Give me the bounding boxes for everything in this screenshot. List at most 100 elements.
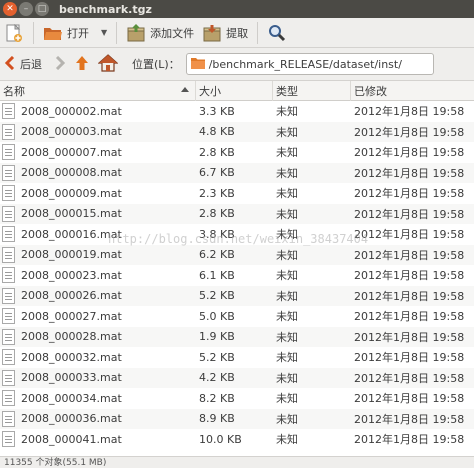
file-size: 3.3 KB [199,104,235,118]
file-size: 5.2 KB [199,350,235,364]
toolbar: 打开 ▼ 添加文件 提取 [0,18,474,48]
extract-button[interactable]: 提取 [198,20,252,46]
file-modified: 2012年1月8日 19:58 [354,228,465,242]
file-name: 2008_000019.mat [21,248,122,262]
file-row[interactable]: 2008_000026.mat 5.2 KB 未知 2012年1月8日 19:58 [0,285,474,306]
file-icon [2,123,15,140]
file-name-cell: 2008_000034.mat [0,390,196,407]
file-icon [2,431,15,448]
file-name-cell: 2008_000026.mat [0,287,196,304]
file-size: 5.2 KB [199,289,235,303]
file-type: 未知 [276,351,298,365]
column-header-type-label: 类型 [276,84,298,98]
file-modified: 2012年1月8日 19:58 [354,187,465,201]
file-modified: 2012年1月8日 19:58 [354,248,465,262]
file-modified: 2012年1月8日 19:58 [354,166,465,180]
column-header-name[interactable]: 名称 [0,80,196,101]
find-button[interactable] [263,20,291,46]
search-icon [267,23,287,43]
file-name-cell: 2008_000032.mat [0,349,196,366]
column-header-size[interactable]: 大小 [196,80,273,101]
file-type: 未知 [276,412,298,426]
file-name: 2008_000034.mat [21,391,122,405]
open-button[interactable]: 打开 ▼ [39,20,111,46]
file-name: 2008_000008.mat [21,166,122,180]
title-bar: ✕ – □ benchmark.tgz [0,0,474,18]
file-row[interactable]: 2008_000015.mat 2.8 KB 未知 2012年1月8日 19:58 [0,203,474,224]
file-name-cell: 2008_000016.mat [0,226,196,243]
file-size: 6.1 KB [199,268,235,282]
file-row[interactable]: 2008_000028.mat 1.9 KB 未知 2012年1月8日 19:58 [0,326,474,347]
file-size: 6.7 KB [199,166,235,180]
file-row[interactable]: 2008_000036.mat 8.9 KB 未知 2012年1月8日 19:58 [0,408,474,429]
file-name: 2008_000036.mat [21,412,122,426]
file-modified: 2012年1月8日 19:58 [354,289,465,303]
file-name: 2008_000033.mat [21,371,122,385]
path-field[interactable]: /benchmark_RELEASE/dataset/inst/ [185,53,434,75]
file-list: 2008_000002.mat 3.3 KB 未知 2012年1月8日 19:58 20… [0,101,474,456]
file-icon [2,287,15,304]
file-icon [2,390,15,407]
add-files-label: 添加文件 [150,26,195,40]
file-icon [2,103,15,120]
toolbar-separator [257,21,259,44]
file-row[interactable]: 2008_000016.mat 3.8 KB 未知 2012年1月8日 19:58 [0,224,474,245]
add-files-icon [126,23,146,43]
file-icon [2,308,15,325]
column-header-modified[interactable]: 已修改 [351,81,474,101]
back-button[interactable]: 后退 [0,52,46,76]
file-modified: 2012年1月8日 19:58 [354,125,465,139]
file-row[interactable]: 2008_000009.mat 2.3 KB 未知 2012年1月8日 19:58 [0,183,474,204]
file-name-cell: 2008_000002.mat [0,103,196,120]
file-row[interactable]: 2008_000003.mat 4.8 KB 未知 2012年1月8日 19:58 [0,121,474,142]
status-text: 11355 个对象(55.1 MB) [4,458,107,468]
close-window-button[interactable]: ✕ [3,2,17,16]
column-header-modified-label: 已修改 [354,84,387,98]
file-name: 2008_000026.mat [21,289,122,303]
file-type: 未知 [276,228,298,242]
minimize-window-button[interactable]: – [19,2,33,16]
file-modified: 2012年1月8日 19:58 [354,371,465,385]
file-name-cell: 2008_000008.mat [0,164,196,181]
file-row[interactable]: 2008_000008.mat 6.7 KB 未知 2012年1月8日 19:58 [0,162,474,183]
new-archive-button[interactable] [0,20,28,46]
file-row[interactable]: 2008_000027.mat 5.0 KB 未知 2012年1月8日 19:58 [0,306,474,327]
file-row[interactable]: 2008_000007.mat 2.8 KB 未知 2012年1月8日 19:58 [0,142,474,163]
forward-button[interactable] [50,52,70,76]
add-files-button[interactable]: 添加文件 [122,20,198,46]
file-type: 未知 [276,433,298,447]
file-size: 1.9 KB [199,330,235,344]
file-modified: 2012年1月8日 19:58 [354,351,465,365]
open-dropdown-icon[interactable]: ▼ [101,28,107,37]
status-bar: 11355 个对象(55.1 MB) [0,456,474,468]
file-row[interactable]: 2008_000041.mat 10.0 KB 未知 2012年1月8日 19:58 [0,429,474,450]
maximize-window-button[interactable]: □ [35,2,49,16]
folder-icon [190,57,205,72]
file-modified: 2012年1月8日 19:58 [354,330,465,344]
toolbar-separator [33,21,34,44]
file-icon [2,164,15,181]
column-header-type[interactable]: 类型 [273,80,351,101]
file-icon [2,185,15,202]
file-row[interactable]: 2008_000019.mat 6.2 KB 未知 2012年1月8日 19:58 [0,244,474,265]
home-button[interactable] [94,52,122,76]
forward-arrow-icon [54,55,66,73]
file-row[interactable]: 2008_000002.mat 3.3 KB 未知 2012年1月8日 19:58 [0,101,474,122]
file-name: 2008_000016.mat [21,227,122,241]
file-name-cell: 2008_000028.mat [0,328,196,345]
file-icon [2,267,15,284]
file-size: 2.8 KB [199,207,235,221]
file-size: 5.0 KB [199,309,235,323]
file-name-cell: 2008_000007.mat [0,144,196,161]
file-row[interactable]: 2008_000034.mat 8.2 KB 未知 2012年1月8日 19:58 [0,388,474,409]
file-icon [2,246,15,263]
file-type: 未知 [276,330,298,344]
up-button[interactable] [70,52,94,76]
file-name: 2008_000027.mat [21,309,122,323]
file-row[interactable]: 2008_000023.mat 6.1 KB 未知 2012年1月8日 19:58 [0,265,474,286]
file-size: 2.3 KB [199,186,235,200]
file-row[interactable]: 2008_000033.mat 4.2 KB 未知 2012年1月8日 19:58 [0,367,474,388]
file-row[interactable]: 2008_000032.mat 5.2 KB 未知 2012年1月8日 19:58 [0,347,474,368]
file-size: 8.2 KB [199,391,235,405]
file-name: 2008_000003.mat [21,125,122,139]
